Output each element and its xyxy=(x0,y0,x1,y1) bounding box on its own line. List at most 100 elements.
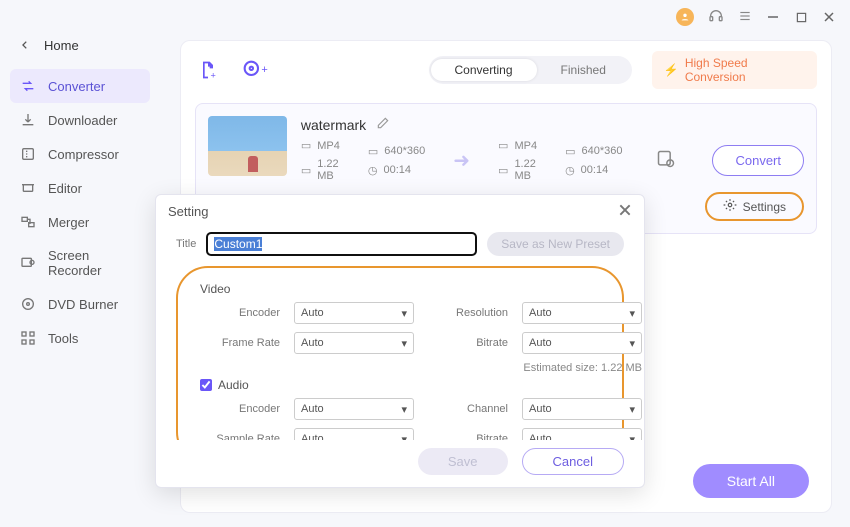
dialog-cancel-button[interactable]: Cancel xyxy=(522,448,624,475)
video-bitrate-select[interactable]: Auto▾ xyxy=(522,332,642,354)
toolbar: + + Converting Finished ⚡ High Speed Con… xyxy=(195,51,817,89)
dst-dur: 00:14 xyxy=(581,164,609,176)
src-format: MP4 xyxy=(317,140,340,152)
file-title: watermark xyxy=(301,117,366,133)
audio-encoder-select[interactable]: Auto▾ xyxy=(294,398,414,420)
compressor-icon xyxy=(20,146,36,162)
video-bitrate-label: Bitrate xyxy=(428,337,508,349)
dvd-burner-icon xyxy=(20,296,36,312)
video-icon: ▭ xyxy=(498,139,508,152)
maximize-button[interactable] xyxy=(794,10,808,24)
video-thumbnail[interactable] xyxy=(208,116,287,176)
sidebar-item-label: Tools xyxy=(48,331,78,346)
video-icon: ▭ xyxy=(301,139,311,152)
clock-icon: ◷ xyxy=(368,164,378,177)
settings-dialog: Setting Title Save as New Preset Video E… xyxy=(155,194,645,488)
sidebar-item-screen-recorder[interactable]: Screen Recorder xyxy=(10,239,150,287)
framerate-label: Frame Rate xyxy=(200,337,280,349)
high-speed-badge[interactable]: ⚡ High Speed Conversion xyxy=(652,51,817,89)
minimize-button[interactable] xyxy=(766,10,780,24)
convert-button[interactable]: Convert xyxy=(712,145,804,176)
sidebar-item-label: Editor xyxy=(48,181,82,196)
dialog-close-icon[interactable] xyxy=(618,203,632,220)
dst-res: 640*360 xyxy=(581,145,622,157)
high-speed-label: High Speed Conversion xyxy=(685,56,805,84)
lightning-icon: ⚡ xyxy=(664,63,679,77)
downloader-icon xyxy=(20,112,36,128)
menu-icon[interactable] xyxy=(738,9,752,26)
tab-converting[interactable]: Converting xyxy=(431,59,537,81)
sidebar-item-label: Downloader xyxy=(48,113,117,128)
sidebar-item-tools[interactable]: Tools xyxy=(10,321,150,355)
audio-bitrate-select[interactable]: Auto▾ xyxy=(522,428,642,440)
folder-icon: ▭ xyxy=(498,164,508,177)
src-res: 640*360 xyxy=(384,145,425,157)
sidebar-item-label: Screen Recorder xyxy=(48,248,140,278)
chevron-down-icon: ▾ xyxy=(629,337,635,350)
status-segmented: Converting Finished xyxy=(429,56,632,84)
folder-icon: ▭ xyxy=(301,164,311,177)
chevron-down-icon: ▾ xyxy=(401,433,407,441)
resolution-select[interactable]: Auto▾ xyxy=(522,302,642,324)
sidebar-item-dvd-burner[interactable]: DVD Burner xyxy=(10,287,150,321)
title-input[interactable] xyxy=(206,232,477,256)
settings-button[interactable]: Settings xyxy=(705,192,804,221)
chevron-down-icon: ▾ xyxy=(401,403,407,416)
add-file-icon[interactable]: + xyxy=(195,60,222,80)
sidebar-item-editor[interactable]: Editor xyxy=(10,171,150,205)
sidebar-item-label: Converter xyxy=(48,79,105,94)
add-disc-icon[interactable]: + xyxy=(242,60,269,80)
resolution-label: Resolution xyxy=(428,307,508,319)
chevron-down-icon: ▾ xyxy=(629,403,635,416)
tools-icon xyxy=(20,330,36,346)
close-button[interactable] xyxy=(822,10,836,24)
src-size: 1.22 MB xyxy=(317,158,340,182)
editor-icon xyxy=(20,180,36,196)
output-profile-icon[interactable] xyxy=(656,149,676,172)
sidebar-item-label: Merger xyxy=(48,215,89,230)
back-home[interactable]: Home xyxy=(10,30,150,61)
samplerate-label: Sample Rate xyxy=(200,433,280,440)
gear-icon xyxy=(723,198,737,215)
video-group-label: Video xyxy=(200,282,600,296)
home-label: Home xyxy=(44,38,79,53)
audio-enabled-checkbox[interactable] xyxy=(200,379,212,391)
channel-select[interactable]: Auto▾ xyxy=(522,398,642,420)
merger-icon xyxy=(20,214,36,230)
sidebar-item-merger[interactable]: Merger xyxy=(10,205,150,239)
sidebar: Home Converter Downloader Compressor Edi… xyxy=(0,22,160,363)
chevron-down-icon: ▾ xyxy=(629,433,635,441)
sidebar-item-converter[interactable]: Converter xyxy=(10,69,150,103)
dialog-title: Setting xyxy=(168,204,208,219)
tab-finished[interactable]: Finished xyxy=(537,59,630,81)
video-encoder-select[interactable]: Auto▾ xyxy=(294,302,414,324)
chevron-down-icon: ▾ xyxy=(401,337,407,350)
user-avatar-icon[interactable] xyxy=(676,8,694,26)
converter-icon xyxy=(20,78,36,94)
save-preset-button[interactable]: Save as New Preset xyxy=(487,232,624,256)
src-dur: 00:14 xyxy=(383,164,411,176)
edit-title-icon[interactable] xyxy=(376,116,390,133)
samplerate-select[interactable]: Auto▾ xyxy=(294,428,414,440)
estimated-size: Estimated size: 1.22 MB xyxy=(428,362,642,374)
sidebar-item-downloader[interactable]: Downloader xyxy=(10,103,150,137)
sidebar-item-label: DVD Burner xyxy=(48,297,118,312)
audio-encoder-label: Encoder xyxy=(200,403,280,415)
audio-group-label: Audio xyxy=(200,378,600,392)
dialog-save-button[interactable]: Save xyxy=(418,448,508,475)
headset-icon[interactable] xyxy=(708,8,724,27)
dst-size: 1.22 MB xyxy=(514,158,537,182)
sidebar-item-compressor[interactable]: Compressor xyxy=(10,137,150,171)
highlighted-settings-group: Video Encoder Auto▾ Resolution Auto▾ Fra… xyxy=(176,266,624,440)
start-all-button[interactable]: Start All xyxy=(693,464,809,498)
settings-label: Settings xyxy=(743,200,786,214)
arrow-right-icon: ➜ xyxy=(453,148,470,173)
sidebar-item-label: Compressor xyxy=(48,147,119,162)
resolution-icon: ▭ xyxy=(368,145,378,158)
framerate-select[interactable]: Auto▾ xyxy=(294,332,414,354)
svg-text:+: + xyxy=(211,70,216,80)
clock-icon: ◷ xyxy=(565,164,575,177)
audio-bitrate-label: Bitrate xyxy=(428,433,508,440)
resolution-icon: ▭ xyxy=(565,145,575,158)
chevron-left-icon xyxy=(20,38,30,53)
